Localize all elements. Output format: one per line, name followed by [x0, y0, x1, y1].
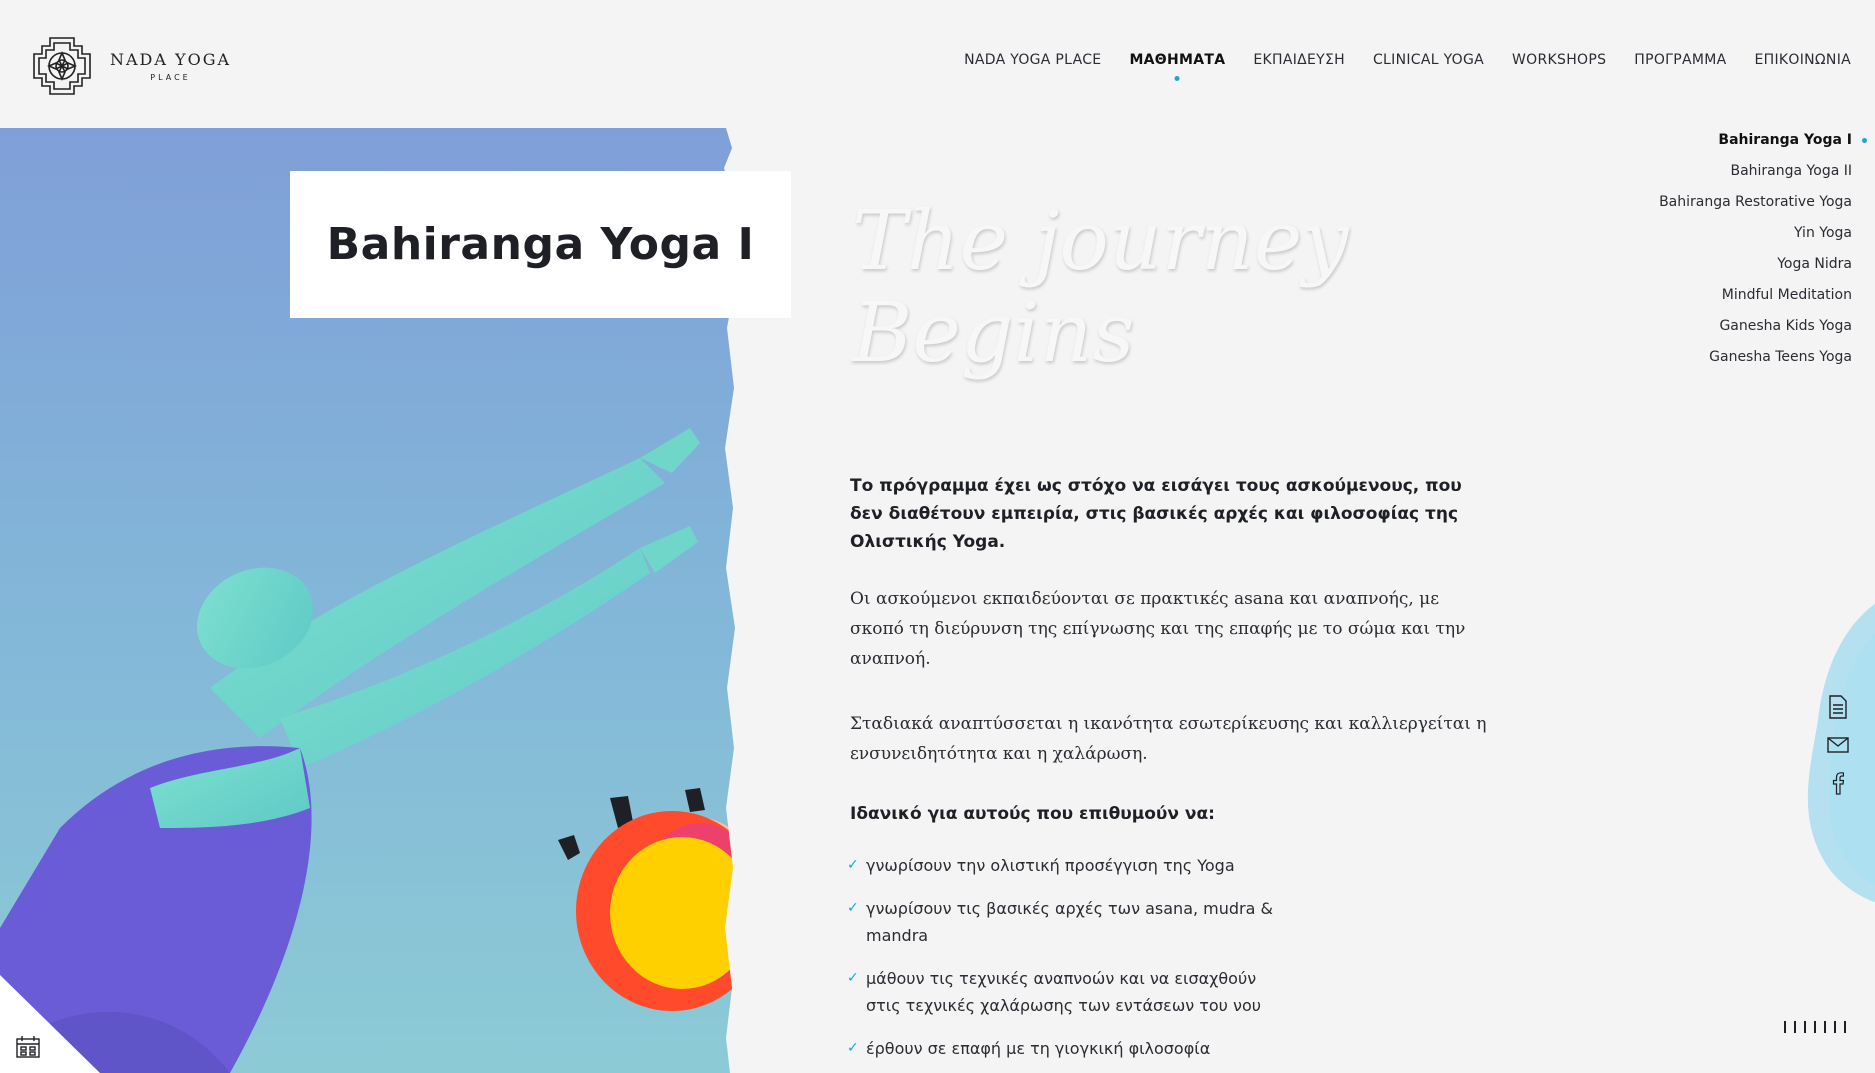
calendar-icon[interactable]: [15, 1035, 41, 1059]
ideal-for-heading: Ιδανικό για αυτούς που επιθυμούν να:: [850, 804, 1215, 824]
nav-item-mathimata[interactable]: ΜΑΘΗΜΑΤΑ: [1129, 52, 1225, 68]
nav-item-workshops[interactable]: WORKSHOPS: [1512, 52, 1606, 68]
check-icon: ✓: [847, 1040, 859, 1056]
page-title-card: Bahiranga Yoga I: [290, 171, 791, 318]
benefits-list: ✓ γνωρίσουν την ολιστική προσέγγιση της Y…: [847, 852, 1290, 1062]
facebook-icon[interactable]: [1826, 771, 1850, 795]
nav-item-epikoinonia[interactable]: ΕΠΙΚΟΙΝΩΝΙΑ: [1755, 52, 1851, 68]
logo-subtitle: PLACE: [150, 73, 191, 82]
side-actions: [1826, 695, 1850, 795]
tagline: The journey Begins: [852, 194, 1349, 381]
class-description: Το πρόγραμμα έχει ως στόχο να εισάγει το…: [847, 472, 1490, 1073]
main-nav: NADA YOGA PLACE ΜΑΘΗΜΑΤΑ ΕΚΠΑΙΔΕΥΣΗ CLIN…: [964, 52, 1851, 68]
nav-item-clinical-yoga[interactable]: CLINICAL YOGA: [1373, 52, 1484, 68]
nav-item-nada-yoga-place[interactable]: NADA YOGA PLACE: [964, 52, 1101, 68]
check-icon: ✓: [847, 900, 859, 916]
submenu-item-bahiranga-yoga-1[interactable]: Bahiranga Yoga I: [1718, 130, 1867, 161]
check-icon: ✓: [847, 970, 859, 986]
page-title: Bahiranga Yoga I: [326, 219, 755, 270]
submenu-item-ganesha-kids[interactable]: Ganesha Kids Yoga: [1719, 316, 1852, 347]
list-item: ✓ γνωρίσουν την ολιστική προσέγγιση της Y…: [847, 852, 1290, 879]
logo-title: NADA YOGA: [110, 50, 232, 69]
submenu-item-yoga-nidra[interactable]: Yoga Nidra: [1777, 254, 1852, 285]
body-paragraph-1: Οι ασκούμενοι εκπαιδεύονται σε πρακτικές…: [850, 589, 1466, 669]
nav-item-programma[interactable]: ΠΡΟΓΡΑΜΜΑ: [1634, 52, 1726, 68]
nav-item-ekpaideusi[interactable]: ΕΚΠΑΙΔΕΥΣΗ: [1253, 52, 1345, 68]
body-paragraph-2: Σταδιακά αναπτύσσεται η ικανότητα εσωτερ…: [850, 714, 1487, 764]
submenu-item-bahiranga-restorative[interactable]: Bahiranga Restorative Yoga: [1659, 192, 1852, 223]
scroll-indicator: [1784, 1021, 1846, 1033]
submenu-item-bahiranga-yoga-2[interactable]: Bahiranga Yoga II: [1730, 161, 1852, 192]
check-icon: ✓: [847, 857, 859, 873]
mail-icon[interactable]: [1826, 733, 1850, 757]
classes-submenu: Bahiranga Yoga I Bahiranga Yoga II Bahir…: [1659, 130, 1867, 378]
list-item: ✓ μάθουν τις τεχνικές αναπνοών και να εισ…: [847, 965, 1290, 1019]
site-logo[interactable]: NADA YOGA PLACE: [30, 34, 231, 98]
list-item: ✓ έρθουν σε επαφή με τη γιογκική φιλοσοφί…: [847, 1035, 1290, 1062]
list-item: ✓ γνωρίσουν τις βασικές αρχές των asana, …: [847, 895, 1290, 949]
lead-paragraph: Το πρόγραμμα έχει ως στόχο να εισάγει το…: [850, 476, 1462, 552]
document-icon[interactable]: [1826, 695, 1850, 719]
site-header: NADA YOGA PLACE NADA YOGA PLACE ΜΑΘΗΜΑΤΑ…: [0, 0, 1875, 128]
submenu-item-mindful-meditation[interactable]: Mindful Meditation: [1722, 285, 1852, 316]
submenu-item-yin-yoga[interactable]: Yin Yoga: [1794, 223, 1852, 254]
mandala-logo-icon: [33, 37, 91, 95]
submenu-item-ganesha-teens[interactable]: Ganesha Teens Yoga: [1709, 347, 1852, 378]
